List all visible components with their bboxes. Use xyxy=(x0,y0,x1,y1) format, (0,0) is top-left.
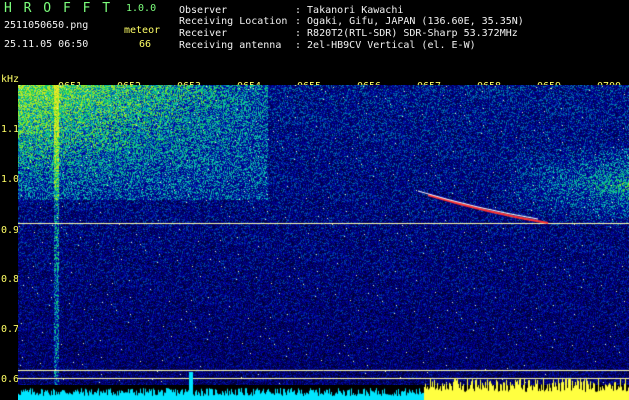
app-title: H R O F F T xyxy=(4,1,113,16)
info-value-receiver: : R820T2(RTL-SDR) SDR-Sharp 53.372MHz xyxy=(295,28,518,39)
info-label-receiver: Receiver xyxy=(179,28,228,39)
file-name: 2511050650.png xyxy=(4,20,89,31)
freq-tick: 1.0 xyxy=(1,174,20,185)
meteor-count: 66 xyxy=(139,39,152,50)
app-version: 1.0.0 xyxy=(126,3,157,14)
spectrogram-waterfall xyxy=(18,85,629,385)
freq-unit-label: kHz xyxy=(1,74,20,85)
info-label-location: Receiving Location xyxy=(179,16,288,27)
info-value-antenna: : 2el-HB9CV Vertical (el. E-W) xyxy=(295,40,476,51)
datetime: 25.11.05 06:50 xyxy=(4,39,89,50)
info-label-observer: Observer xyxy=(179,5,228,16)
meteor-label: meteor xyxy=(124,25,161,36)
freq-tick: 0.6 xyxy=(1,374,20,385)
freq-tick: 0.7 xyxy=(1,324,20,335)
info-label-antenna: Receiving antenna xyxy=(179,40,282,51)
hroft-screen: H R O F F T 1.0.0 2511050650.png meteor … xyxy=(0,0,629,400)
info-value-location: : Ogaki, Gifu, JAPAN (136.60E, 35.35N) xyxy=(295,16,524,27)
freq-tick: 1.1 xyxy=(1,124,20,135)
info-value-observer: : Takanori Kawachi xyxy=(295,5,404,16)
freq-tick: 0.9 xyxy=(1,225,20,236)
signal-level-meter xyxy=(18,370,629,400)
freq-tick: 0.8 xyxy=(1,274,20,285)
